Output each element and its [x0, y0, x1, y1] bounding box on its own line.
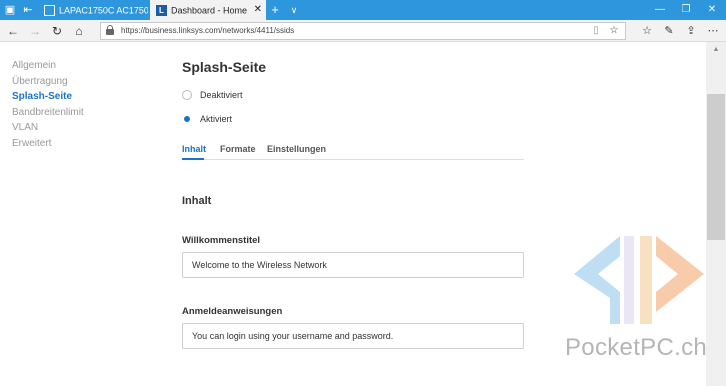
refresh-icon[interactable]: ↻: [48, 22, 66, 40]
reading-view-icon[interactable]: ▯: [589, 23, 603, 39]
close-window-icon[interactable]: ✕: [700, 0, 724, 20]
page-title: Splash-Seite: [182, 59, 267, 75]
show-tabs-aside-icon[interactable]: ⇤: [20, 2, 36, 18]
linksys-favicon-icon: L: [156, 5, 167, 17]
login-instructions-input[interactable]: [182, 323, 524, 349]
browser-tab-dashboard[interactable]: L Dashboard - Home ✕: [150, 0, 266, 20]
forward-arrow-icon[interactable]: →: [26, 22, 44, 40]
sidebar-item-vlan[interactable]: VLAN: [12, 120, 84, 136]
tab-title: LAPAC1750C AC1750 Dual B: [59, 5, 148, 16]
sidebar-item-allgemein[interactable]: Allgemein: [12, 58, 84, 74]
sidebar-item-uebertragung[interactable]: Übertragung: [12, 74, 84, 90]
chevron-down-icon[interactable]: ∨: [288, 0, 300, 20]
address-bar[interactable]: https://business.linksys.com/networks/44…: [100, 22, 626, 40]
tab-actions-icon[interactable]: ▣: [2, 2, 18, 18]
welcome-title-label: Willkommenstitel: [182, 235, 261, 246]
tab-einstellungen[interactable]: Einstellungen: [267, 144, 326, 154]
login-instructions-label: Anmeldeanweisungen: [182, 306, 283, 317]
active-tab-indicator: [182, 158, 204, 160]
radio-aktiviert[interactable]: Aktiviert: [182, 114, 232, 124]
page-icon: [44, 5, 55, 17]
web-note-icon[interactable]: ✎: [660, 22, 678, 40]
scrollbar-thumb[interactable]: [707, 94, 725, 240]
radio-button-selected[interactable]: [182, 114, 192, 124]
vertical-scrollbar[interactable]: ▲: [706, 42, 726, 386]
scroll-up-arrow-icon[interactable]: ▲: [706, 46, 726, 53]
more-menu-icon[interactable]: ⋯: [704, 22, 722, 40]
section-title: Inhalt: [182, 195, 212, 207]
url-text[interactable]: https://business.linksys.com/networks/44…: [121, 23, 294, 39]
welcome-title-input[interactable]: [182, 252, 524, 278]
pocketpc-logo-watermark: [574, 236, 704, 324]
sidebar-item-bandbreitenlimit[interactable]: Bandbreitenlimit: [12, 105, 84, 121]
browser-tab-strip: ▣ ⇤ LAPAC1750C AC1750 Dual B L Dashboard …: [0, 0, 726, 20]
favorites-hub-icon[interactable]: ☆: [638, 22, 656, 40]
close-tab-icon[interactable]: ✕: [254, 0, 262, 20]
tab-inhalt[interactable]: Inhalt: [182, 144, 206, 154]
sidebar-item-erweitert[interactable]: Erweitert: [12, 136, 84, 152]
watermark-text: PocketPC.ch: [565, 334, 708, 361]
new-tab-icon[interactable]: +: [268, 0, 282, 20]
favorite-star-icon[interactable]: ☆: [607, 23, 621, 39]
lock-icon: [106, 25, 114, 35]
tab-title: Dashboard - Home: [171, 5, 248, 16]
minimize-icon[interactable]: —: [648, 0, 672, 20]
tab-formate[interactable]: Formate: [220, 144, 256, 154]
radio-label: Deaktiviert: [200, 90, 243, 100]
share-icon[interactable]: ⇪: [682, 22, 700, 40]
radio-label: Aktiviert: [200, 114, 233, 124]
home-icon[interactable]: ⌂: [70, 22, 88, 40]
restore-icon[interactable]: ❐: [674, 0, 698, 20]
content-tabs: Inhalt Formate Einstellungen: [182, 140, 524, 160]
browser-navbar: ← → ↻ ⌂ https://business.linksys.com/net…: [0, 20, 726, 42]
radio-deaktiviert[interactable]: Deaktiviert: [182, 90, 243, 100]
radio-button[interactable]: [182, 90, 192, 100]
sidebar-item-splash-seite[interactable]: Splash-Seite: [12, 89, 84, 105]
browser-tab-lapac[interactable]: LAPAC1750C AC1750 Dual B: [38, 0, 148, 20]
back-arrow-icon[interactable]: ←: [4, 22, 22, 40]
settings-sidebar: Allgemein Übertragung Splash-Seite Bandb…: [12, 58, 84, 151]
